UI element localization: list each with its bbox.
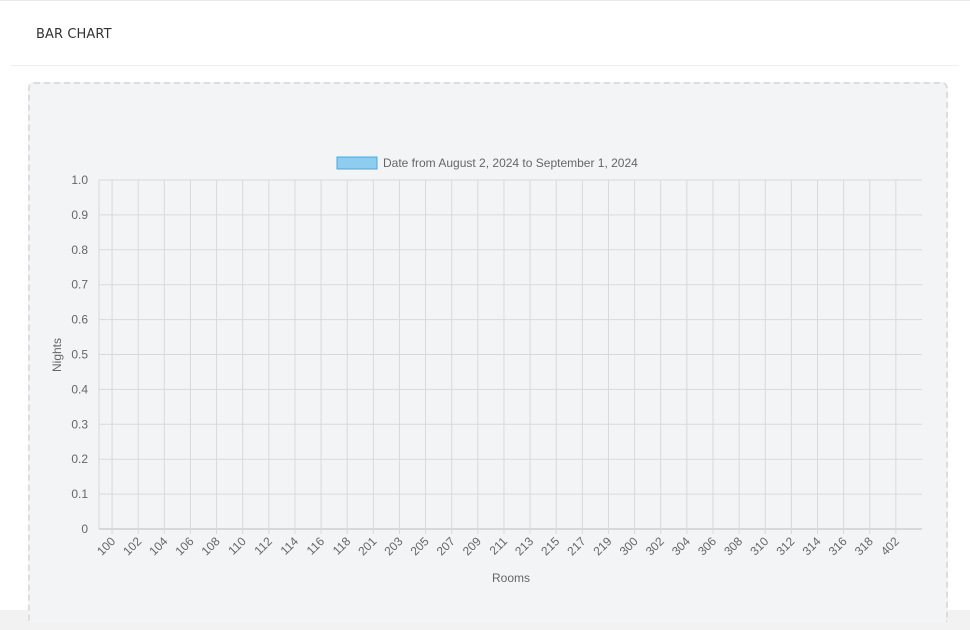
x-tick-label: 219 <box>591 534 615 558</box>
x-tick-label: 102 <box>120 534 144 558</box>
x-axis-title: Rooms <box>492 571 530 585</box>
x-tick-label: 112 <box>252 534 276 558</box>
x-tick-label: 110 <box>225 534 249 558</box>
x-tick-label: 316 <box>826 534 850 558</box>
x-tick-label: 209 <box>460 534 484 558</box>
x-tick-label: 302 <box>643 534 667 558</box>
x-tick-label: 108 <box>199 534 223 558</box>
y-tick-label: 0.5 <box>71 348 88 362</box>
x-tick-label: 201 <box>355 534 379 558</box>
x-tick-label: 217 <box>564 534 588 558</box>
x-tick-label: 100 <box>94 534 118 558</box>
x-tick-label: 310 <box>747 534 771 558</box>
y-tick-label: 0.6 <box>71 313 88 327</box>
x-tick-label: 215 <box>538 534 562 558</box>
x-tick-label: 106 <box>173 534 197 558</box>
y-tick-label: 0.2 <box>71 452 88 466</box>
x-tick-label: 207 <box>434 534 458 558</box>
y-tick-label: 0.3 <box>71 417 88 431</box>
x-tick-label: 318 <box>852 534 876 558</box>
y-tick-label: 1.0 <box>71 173 88 187</box>
y-tick-label: 0.8 <box>71 243 88 257</box>
y-axis-title: Nights <box>50 338 64 372</box>
x-tick-label: 306 <box>695 534 719 558</box>
x-tick-label: 300 <box>617 534 641 558</box>
legend-label[interactable]: Date from August 2, 2024 to September 1,… <box>383 156 638 170</box>
x-tick-label: 114 <box>278 534 302 558</box>
legend-swatch[interactable] <box>336 156 378 170</box>
y-tick-label: 0 <box>81 522 88 536</box>
x-tick-label: 211 <box>487 534 511 558</box>
y-tick-label: 0.7 <box>71 278 88 292</box>
y-tick-label: 0.9 <box>71 208 88 222</box>
x-tick-label: 205 <box>408 534 432 558</box>
x-tick-label: 116 <box>304 534 328 558</box>
x-tick-label: 304 <box>669 534 693 558</box>
x-tick-label: 314 <box>800 534 824 558</box>
bar-chart: 0 0.1 0.2 0.3 0.4 0.5 0.6 0.7 0.8 0.9 1.0 100 102 104… <box>50 156 922 585</box>
x-tick-label: 203 <box>382 534 406 558</box>
x-tick-label: 308 <box>721 534 745 558</box>
x-tick-label: 213 <box>512 534 536 558</box>
y-tick-label: 0.1 <box>71 487 88 501</box>
x-tick-label: 312 <box>773 534 797 558</box>
x-tick-label: 118 <box>330 534 354 558</box>
x-tick-label: 104 <box>146 534 170 558</box>
x-tick-label: 402 <box>878 534 902 558</box>
y-tick-label: 0.4 <box>71 382 88 396</box>
